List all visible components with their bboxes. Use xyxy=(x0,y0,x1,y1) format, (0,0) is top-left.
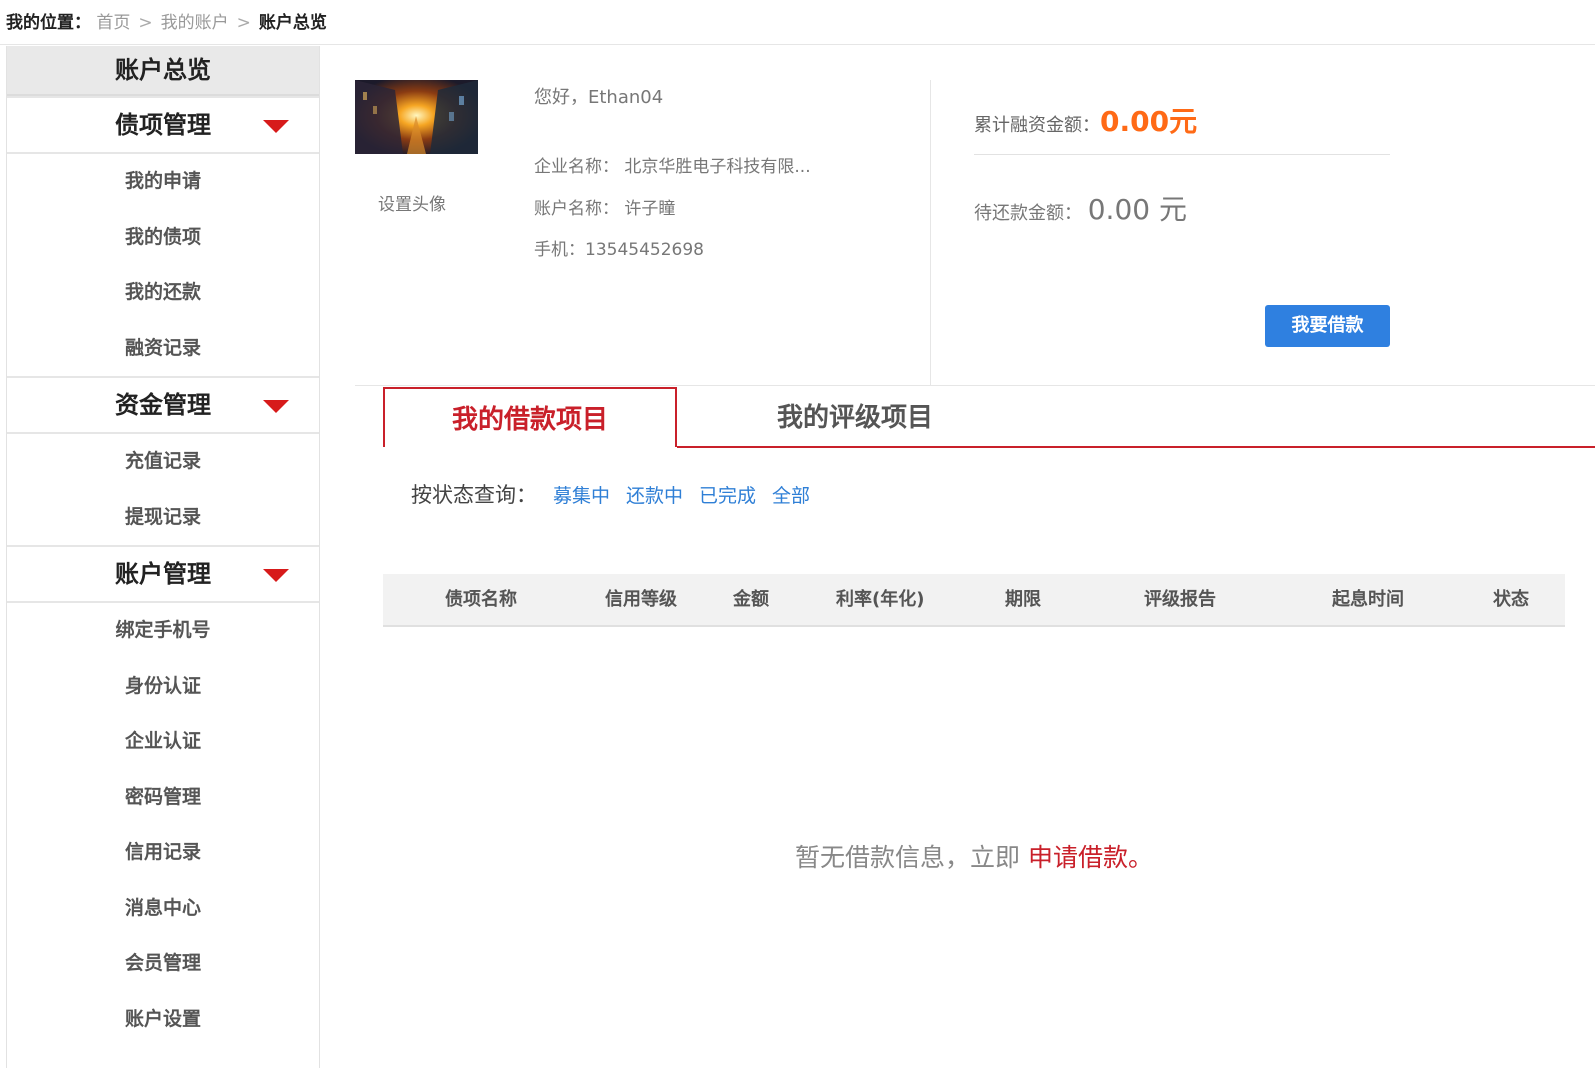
phone-info: 手机：13545452698 xyxy=(534,235,704,260)
section-divider xyxy=(355,385,1595,386)
sidebar-item-my-applications[interactable]: 我的申请 xyxy=(7,154,319,210)
sidebar-group-label: 账户管理 xyxy=(115,560,211,588)
set-avatar-link[interactable]: 设置头像 xyxy=(378,190,446,215)
phone-value: 13545452698 xyxy=(585,240,704,260)
sidebar-item-my-repayments[interactable]: 我的还款 xyxy=(7,265,319,321)
tab-my-loan-projects[interactable]: 我的借款项目 xyxy=(383,387,677,447)
sidebar-group-account[interactable]: 账户管理 xyxy=(7,545,319,603)
sidebar-item-credit-records[interactable]: 信用记录 xyxy=(7,825,319,881)
borrow-button[interactable]: 我要借款 xyxy=(1265,305,1390,347)
filter-raising[interactable]: 募集中 xyxy=(553,485,610,507)
tab-underline xyxy=(677,446,1595,448)
sidebar-group-items: 充值记录 提现记录 xyxy=(7,434,319,545)
sidebar-group-label: 资金管理 xyxy=(115,391,211,419)
avatar[interactable] xyxy=(355,80,478,154)
sidebar-item-account-settings[interactable]: 账户设置 xyxy=(7,992,319,1048)
column-header-term: 期限 xyxy=(1005,589,1041,610)
sidebar-item-company-verification[interactable]: 企业认证 xyxy=(7,714,319,770)
breadcrumb-current: 账户总览 xyxy=(258,13,327,33)
triangle-down-icon xyxy=(263,569,289,582)
company-info: 企业名称： 北京华胜电子科技有限... xyxy=(534,152,811,177)
pending-repayment-value: 0.00 元 xyxy=(1087,193,1187,226)
triangle-down-icon xyxy=(263,120,289,133)
filter-completed[interactable]: 已完成 xyxy=(699,485,756,507)
pending-repayment: 待还款金额： 0.00 元 xyxy=(974,188,1187,228)
breadcrumb-separator: > xyxy=(138,13,153,33)
phone-label: 手机： xyxy=(534,240,585,260)
header-divider xyxy=(0,44,1595,45)
company-label: 企业名称： xyxy=(534,157,619,177)
sidebar: 账户总览 债项管理 我的申请 我的债项 我的还款 融资记录 资金管理 充值记录 … xyxy=(6,46,320,1068)
sidebar-group-debt[interactable]: 债项管理 xyxy=(7,96,319,154)
sidebar-item-password[interactable]: 密码管理 xyxy=(7,770,319,826)
sidebar-group-label: 债项管理 xyxy=(115,111,211,139)
column-header-start-date: 起息时间 xyxy=(1332,589,1404,610)
column-header-rate: 利率(年化) xyxy=(836,589,925,610)
breadcrumb-separator: > xyxy=(236,13,251,33)
filter-all[interactable]: 全部 xyxy=(772,485,810,507)
account-info: 账户名称： 许子瞳 xyxy=(534,194,675,219)
column-header-debt-name: 债项名称 xyxy=(445,589,517,610)
column-header-credit-rating: 信用等级 xyxy=(605,589,677,610)
empty-state: 暂无借款信息，立即 申请借款。 xyxy=(795,838,1153,874)
sidebar-item-financing-records[interactable]: 融资记录 xyxy=(7,321,319,377)
avatar-image xyxy=(355,80,478,154)
breadcrumb-account-link[interactable]: 我的账户 xyxy=(161,13,229,33)
sidebar-item-bind-phone[interactable]: 绑定手机号 xyxy=(7,603,319,659)
greeting: 您好，Ethan04 xyxy=(534,87,664,108)
company-value: 北京华胜电子科技有限... xyxy=(624,157,811,177)
apply-loan-link[interactable]: 申请借款。 xyxy=(1028,843,1153,872)
sidebar-group-items: 我的申请 我的债项 我的还款 融资记录 xyxy=(7,154,319,376)
breadcrumb-home-link[interactable]: 首页 xyxy=(96,13,130,33)
sidebar-item-identity-verification[interactable]: 身份认证 xyxy=(7,659,319,715)
filter-repaying[interactable]: 还款中 xyxy=(626,485,683,507)
sidebar-item-recharge-records[interactable]: 充值记录 xyxy=(7,434,319,490)
sidebar-group-funds[interactable]: 资金管理 xyxy=(7,376,319,434)
triangle-down-icon xyxy=(263,400,289,413)
breadcrumb-label: 我的位置： xyxy=(6,13,91,33)
status-filter-label: 按状态查询： xyxy=(411,483,537,507)
breadcrumb: 我的位置： 首页 > 我的账户 > 账户总览 xyxy=(6,8,327,33)
sidebar-item-messages[interactable]: 消息中心 xyxy=(7,881,319,937)
sidebar-title[interactable]: 账户总览 xyxy=(7,46,319,96)
profile-divider xyxy=(930,80,931,385)
sidebar-item-withdraw-records[interactable]: 提现记录 xyxy=(7,490,319,546)
status-filter: 按状态查询： 募集中 还款中 已完成 全部 xyxy=(411,479,810,509)
column-header-amount: 金额 xyxy=(733,589,769,610)
column-header-rating-report: 评级报告 xyxy=(1144,589,1216,610)
account-value: 许子瞳 xyxy=(624,199,676,219)
sidebar-group-items: 绑定手机号 身份认证 企业认证 密码管理 信用记录 消息中心 会员管理 账户设置 xyxy=(7,603,319,1047)
empty-state-text: 暂无借款信息，立即 xyxy=(795,843,1021,872)
table-header: 债项名称 信用等级 金额 利率(年化) 期限 评级报告 起息时间 状态 xyxy=(383,574,1565,627)
total-financing-label: 累计融资金额： xyxy=(974,115,1100,136)
sidebar-item-my-debts[interactable]: 我的债项 xyxy=(7,210,319,266)
tab-my-rating-projects[interactable]: 我的评级项目 xyxy=(720,390,990,446)
total-financing: 累计融资金额：0.00元 xyxy=(974,100,1197,140)
sidebar-item-membership[interactable]: 会员管理 xyxy=(7,936,319,992)
pending-repayment-label: 待还款金额： xyxy=(974,203,1082,224)
total-financing-value: 0.00元 xyxy=(1100,105,1198,138)
stats-divider xyxy=(974,154,1390,155)
account-label: 账户名称： xyxy=(534,199,619,219)
column-header-status: 状态 xyxy=(1493,589,1529,610)
